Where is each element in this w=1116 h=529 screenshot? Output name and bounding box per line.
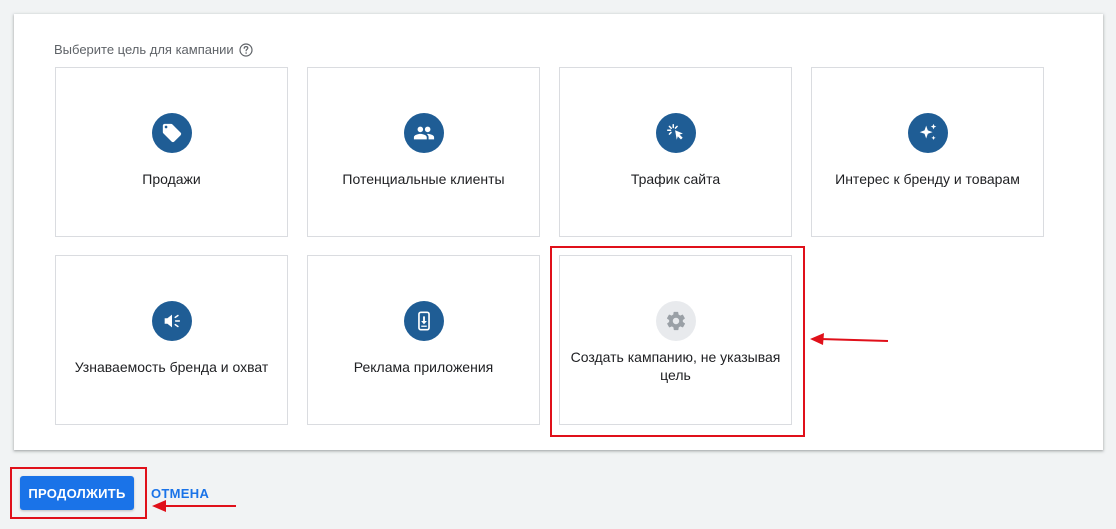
goal-card-brand-interest[interactable]: Интерес к бренду и товарам	[811, 67, 1044, 237]
goal-heading: Выберите цель для кампании	[54, 42, 253, 57]
goal-card-awareness[interactable]: Узнаваемость бренда и охват	[55, 255, 288, 425]
mobile-download-icon	[404, 301, 444, 341]
goal-card-sales[interactable]: Продажи	[55, 67, 288, 237]
goal-label: Интерес к бренду и товарам	[835, 171, 1020, 187]
cancel-button[interactable]: ОТМЕНА	[151, 476, 209, 510]
help-icon[interactable]	[239, 42, 253, 57]
speaker-icon	[152, 301, 192, 341]
goal-card-leads[interactable]: Потенциальные клиенты	[307, 67, 540, 237]
tag-icon	[152, 113, 192, 153]
goal-label: Узнаваемость бренда и охват	[74, 359, 269, 375]
goal-label: Создать кампанию, не указывая цель	[570, 349, 781, 383]
goal-label: Трафик сайта	[630, 171, 721, 187]
goal-card-app-promotion[interactable]: Реклама приложения	[307, 255, 540, 425]
goal-label: Реклама приложения	[353, 359, 494, 375]
goal-selection-panel: Выберите цель для кампании Продажи Потен…	[14, 14, 1103, 450]
goal-label: Продажи	[142, 171, 201, 187]
people-icon	[404, 113, 444, 153]
gear-icon	[656, 301, 696, 341]
goal-card-no-goal[interactable]: Создать кампанию, не указывая цель	[559, 255, 792, 425]
goal-heading-text: Выберите цель для кампании	[54, 42, 234, 57]
continue-button[interactable]: ПРОДОЛЖИТЬ	[20, 476, 134, 510]
sparkle-icon	[908, 113, 948, 153]
goal-card-traffic[interactable]: Трафик сайта	[559, 67, 792, 237]
cursor-click-icon	[656, 113, 696, 153]
goal-label: Потенциальные клиенты	[342, 171, 505, 187]
